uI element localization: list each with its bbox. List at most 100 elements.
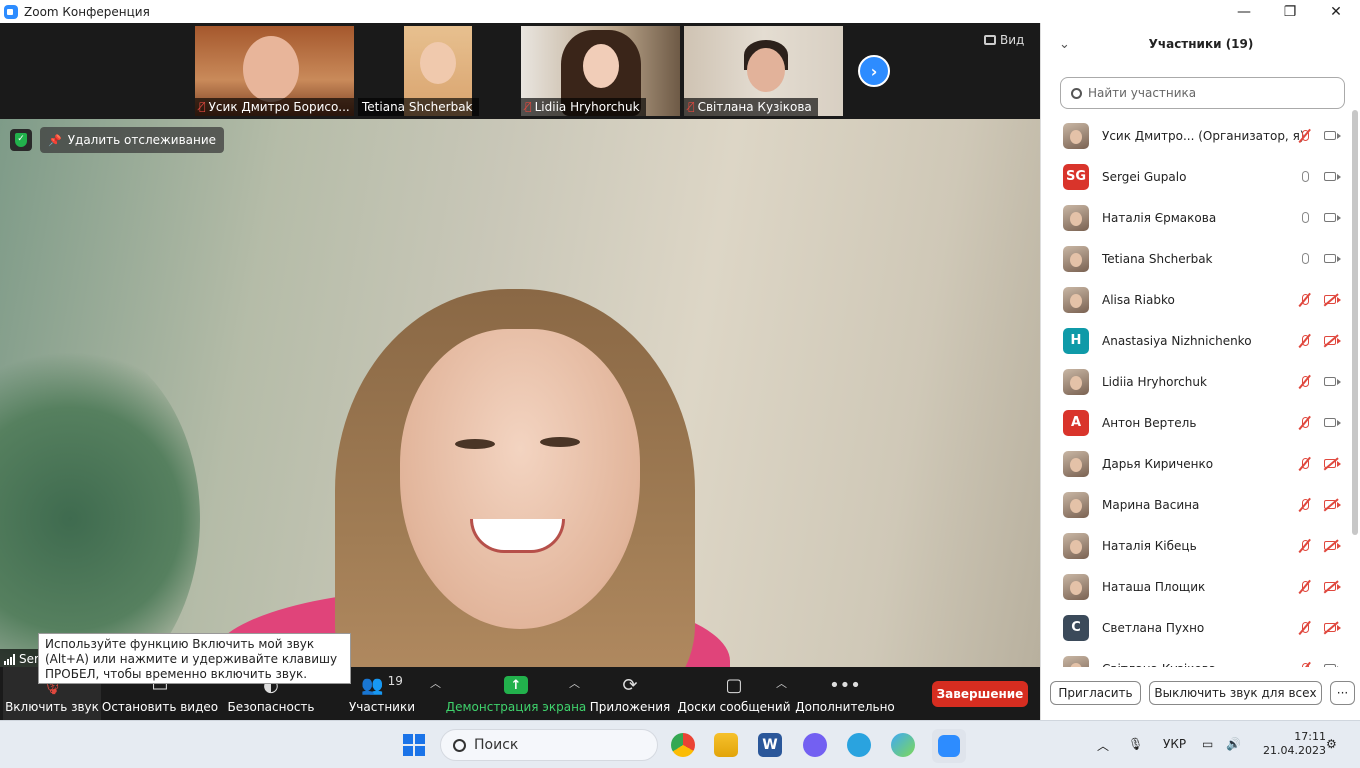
video-off-icon[interactable] [1321,456,1341,472]
windows-start-icon[interactable] [403,734,425,756]
video-camera-icon[interactable] [1321,374,1341,390]
participant-row[interactable]: Наталія Кібець [1041,525,1353,566]
maximize-button[interactable]: ❐ [1267,0,1313,23]
search-input[interactable] [1088,86,1328,100]
participant-row[interactable]: Tetiana Shcherbak [1041,238,1353,279]
video-off-icon[interactable] [1321,538,1341,554]
muted-microphone-icon[interactable] [1298,333,1312,349]
video-thumbnail[interactable]: 🎙̸ Усик Дмитро Борисо... [195,26,354,116]
next-page-button[interactable]: › [858,55,890,87]
panel-footer: Пригласить Выключить звук для всех ··· [1041,681,1360,709]
muted-microphone-icon[interactable] [1298,538,1312,554]
muted-microphone-icon[interactable] [1298,415,1312,431]
video-camera-icon[interactable] [1321,169,1341,185]
video-camera-icon[interactable] [1321,251,1341,267]
microphone-tray-icon[interactable]: 🎙 [1128,737,1143,751]
video-off-icon[interactable] [1321,333,1341,349]
participant-name: Светлана Пухно [1102,620,1205,635]
video-thumbnail[interactable]: 🎙̸ Lidiia Hryhorchuk [521,26,680,116]
chrome-icon[interactable] [671,733,695,757]
mute-all-button[interactable]: Выключить звук для всех [1149,681,1322,705]
video-camera-icon[interactable] [1321,210,1341,226]
participant-row[interactable]: Наташа Площик [1041,566,1353,607]
muted-microphone-icon[interactable] [1298,456,1312,472]
word-icon[interactable]: W [758,733,782,757]
participant-row[interactable]: A Антон Вертель [1041,402,1353,443]
participant-row[interactable]: C Светлана Пухно [1041,607,1353,648]
participants-button[interactable]: 👥 19 Участники [342,667,422,720]
muted-microphone-icon[interactable] [1298,661,1312,667]
participant-row[interactable]: Lidiia Hryhorchuk [1041,361,1353,402]
participant-row[interactable]: Наталія Єрмакова [1041,197,1353,238]
invite-button[interactable]: Пригласить [1050,681,1141,705]
muted-microphone-icon[interactable] [1298,620,1312,636]
whiteboards-caret-icon[interactable]: ︿ [776,675,787,691]
whiteboards-button[interactable]: ▢ Доски сообщений [678,667,791,720]
muted-mic-icon: 🎙̸ [199,100,206,113]
minimize-button[interactable]: — [1221,0,1267,23]
muted-microphone-icon[interactable] [1298,292,1312,308]
thumbnail-strip: 🎙̸ Усик Дмитро Борисо... Tetiana Shcherba… [0,23,1040,119]
end-meeting-button[interactable]: Завершение [932,681,1028,707]
more-button[interactable]: ••• Дополнительно [795,667,895,720]
unpin-button[interactable]: 📌 Удалить отслеживание [40,127,225,153]
zoom-taskbar-icon[interactable] [932,729,966,763]
close-button[interactable]: ✕ [1313,0,1359,23]
muted-microphone-icon[interactable] [1298,579,1312,595]
language-indicator[interactable]: УКР [1163,737,1186,751]
participants-panel: ⌄ Участники (19) Усик Дмитро... (Организ… [1040,23,1360,720]
network-icon[interactable]: ▭ [1202,737,1213,751]
telegram-icon[interactable] [847,733,871,757]
participants-caret-icon[interactable]: ︿ [430,675,441,691]
taskbar-clock[interactable]: 17:11 21.04.2023 [1254,730,1326,758]
participant-row[interactable]: Марина Васина [1041,484,1353,525]
participant-face [243,36,299,102]
participant-row[interactable]: Дарья Кириченко [1041,443,1353,484]
pin-icon: 📌 [48,133,62,147]
file-explorer-icon[interactable] [714,733,738,757]
thumbnail-name-tag: 🎙̸ Світлана Кузікова [684,98,818,116]
avatar [1063,245,1089,272]
muted-microphone-icon[interactable] [1298,128,1312,144]
thumbnail-name-tag: 🎙̸ Lidiia Hryhorchuk [521,98,646,116]
participant-row[interactable]: Alisa Riabko [1041,279,1353,320]
tray-overflow-icon[interactable]: ︿ [1097,737,1109,754]
active-speaker-video[interactable] [0,119,1040,667]
video-off-icon[interactable] [1321,292,1341,308]
participant-list-scrollbar[interactable] [1352,110,1358,535]
apps-button[interactable]: ⟳ Приложения [590,667,671,720]
microphone-icon[interactable] [1298,169,1312,185]
muted-microphone-icon[interactable] [1298,497,1312,513]
participant-row[interactable]: Усик Дмитро... (Организатор, я) [1041,115,1353,156]
video-camera-icon[interactable] [1321,415,1341,431]
volume-icon[interactable]: 🔊 [1226,737,1241,751]
video-camera-icon[interactable] [1321,661,1341,667]
microphone-icon[interactable] [1298,210,1312,226]
microphone-icon[interactable] [1298,251,1312,267]
panel-more-button[interactable]: ··· [1330,681,1355,705]
participant-row[interactable]: Світлана Кузікова [1041,648,1353,667]
share-screen-button[interactable]: ↑ Демонстрация экрана [446,667,586,720]
participant-name: Наташа Площик [1102,579,1206,594]
participant-face [583,44,619,88]
participant-row[interactable]: SG Sergei Gupalo [1041,156,1353,197]
participant-row[interactable]: H Anastasiya Nizhnichenko [1041,320,1353,361]
share-caret-icon[interactable]: ︿ [569,675,580,691]
muted-microphone-icon[interactable] [1298,374,1312,390]
video-off-icon[interactable] [1321,497,1341,513]
notification-icon[interactable]: ⚙ [1326,737,1337,751]
participant-search[interactable] [1060,77,1345,109]
video-off-icon[interactable] [1321,579,1341,595]
viber-icon[interactable] [803,733,827,757]
video-thumbnail[interactable]: Tetiana Shcherbak [358,26,517,116]
security-shield-icon[interactable]: ✓ [10,129,32,151]
video-thumbnail[interactable]: 🎙̸ Світлана Кузікова [684,26,843,116]
maps-icon[interactable] [891,733,915,757]
participant-list: Усик Дмитро... (Организатор, я) SG Sergei … [1041,115,1353,667]
taskbar-search[interactable]: Поиск [440,729,658,761]
video-off-icon[interactable] [1321,620,1341,636]
view-button[interactable]: Вид [984,33,1024,47]
avatar: A [1063,409,1089,436]
video-camera-icon[interactable] [1321,128,1341,144]
search-icon [453,738,466,752]
